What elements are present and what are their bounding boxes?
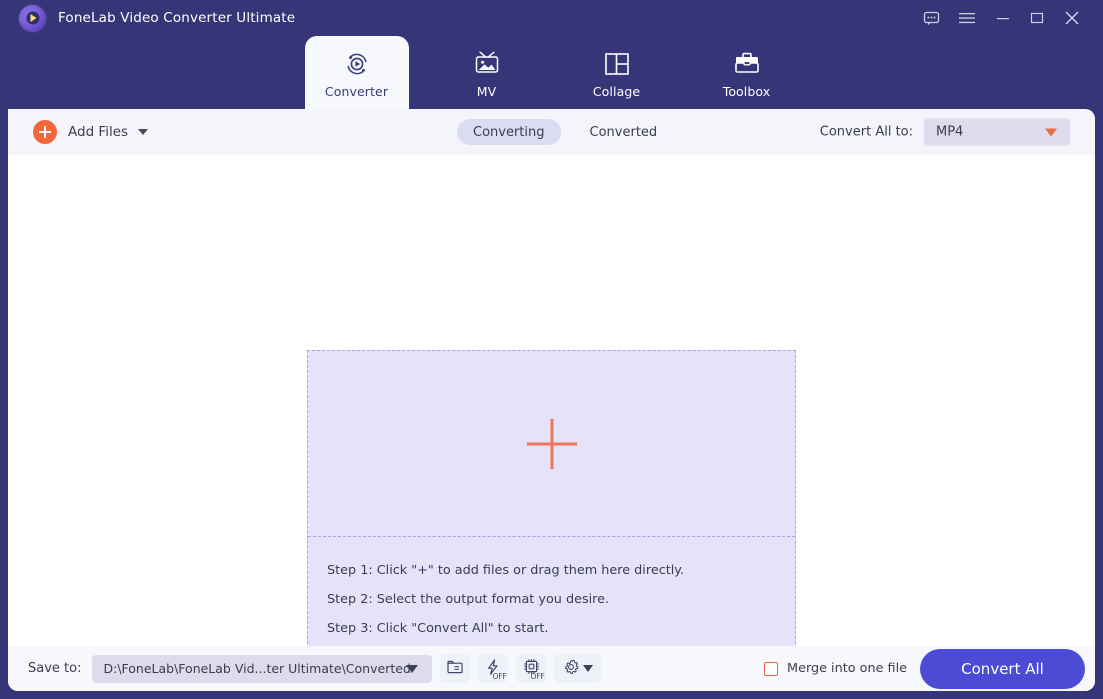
- folder-icon: [446, 658, 464, 680]
- drop-zone-add-area[interactable]: [308, 351, 795, 537]
- save-path-select[interactable]: D:\FoneLab\FoneLab Vid...ter Ultimate\Co…: [92, 654, 433, 683]
- close-icon[interactable]: [1055, 0, 1089, 36]
- checkbox-box[interactable]: [764, 661, 779, 676]
- convert-all-to-group: Convert All to: MP4: [819, 118, 1070, 146]
- merge-into-one-file-label: Merge into one file: [787, 661, 907, 676]
- chevron-down-icon[interactable]: [138, 129, 149, 135]
- main-tab-bar: Converter MV Collage Toolbox: [0, 36, 1103, 109]
- save-to-label: Save to:: [28, 661, 82, 676]
- instruction-step-2: Step 2: Select the output format you des…: [327, 592, 610, 607]
- tab-collage[interactable]: Collage: [565, 36, 669, 109]
- large-plus-icon[interactable]: [527, 419, 577, 469]
- convert-all-to-label: Convert All to:: [819, 124, 913, 140]
- add-files-button[interactable]: Add Files: [33, 120, 149, 144]
- window-controls: [915, 0, 1103, 36]
- drop-zone-instructions: Step 1: Click "+" to add files or drag t…: [308, 537, 795, 648]
- minimize-icon[interactable]: [987, 0, 1019, 36]
- instruction-step-3: Step 3: Click "Convert All" to start.: [327, 621, 549, 636]
- instruction-step-1: Step 1: Click "+" to add files or drag t…: [327, 563, 685, 578]
- content-area: Step 1: Click "+" to add files or drag t…: [8, 155, 1095, 649]
- fonelab-play-logo-icon: [19, 4, 46, 32]
- tab-converting[interactable]: Converting: [457, 119, 561, 145]
- caret-down-icon: [406, 664, 419, 673]
- status-segment-tabs: Converting Converted: [457, 119, 673, 145]
- tab-toolbox-label: Toolbox: [722, 84, 771, 99]
- title-bar: FoneLab Video Converter Ultimate: [0, 0, 1103, 36]
- save-path-value: D:\FoneLab\FoneLab Vid...ter Ultimate\Co…: [103, 661, 411, 676]
- gpu-accel-status: OFF: [530, 672, 545, 681]
- tab-collage-label: Collage: [592, 84, 641, 99]
- hamburger-icon[interactable]: [951, 0, 983, 36]
- tab-converted[interactable]: Converted: [574, 119, 674, 145]
- merge-into-one-file-checkbox[interactable]: Merge into one file: [764, 661, 907, 676]
- open-folder-button[interactable]: [440, 654, 471, 683]
- plus-circle-icon: [33, 120, 57, 144]
- grid-layout-icon: [603, 45, 631, 83]
- preferences-button[interactable]: [554, 654, 602, 683]
- hardware-accel-button[interactable]: OFF: [478, 654, 509, 683]
- tab-converter-label: Converter: [324, 84, 389, 99]
- caret-down-icon: [1045, 128, 1057, 136]
- tab-converter[interactable]: Converter: [304, 36, 409, 109]
- content-toolbar: Add Files Converting Converted Convert A…: [8, 109, 1095, 155]
- gear-icon: [562, 658, 580, 680]
- bottom-bar: Save to: D:\FoneLab\FoneLab Vid...ter Ul…: [8, 646, 1095, 691]
- output-format-value: MP4: [936, 124, 964, 140]
- chevron-down-icon[interactable]: [583, 665, 594, 672]
- tab-mv[interactable]: MV: [435, 36, 539, 109]
- output-format-select[interactable]: MP4: [924, 118, 1070, 146]
- convert-all-button[interactable]: Convert All: [920, 648, 1085, 689]
- tab-mv-label: MV: [476, 84, 497, 99]
- tab-toolbox[interactable]: Toolbox: [695, 36, 799, 109]
- add-files-label: Add Files: [68, 124, 129, 140]
- maximize-icon[interactable]: [1021, 0, 1053, 36]
- app-title: FoneLab Video Converter Ultimate: [58, 10, 296, 26]
- tv-photo-icon: [471, 45, 503, 83]
- main-panel: Add Files Converting Converted Convert A…: [8, 109, 1095, 691]
- file-drop-zone[interactable]: Step 1: Click "+" to add files or drag t…: [307, 350, 796, 649]
- feedback-icon[interactable]: [915, 0, 947, 36]
- convert-refresh-play-icon: [342, 45, 372, 83]
- gpu-accel-button[interactable]: OFF: [516, 654, 547, 683]
- hardware-accel-status: OFF: [492, 672, 507, 681]
- toolbox-briefcase-icon: [732, 45, 762, 83]
